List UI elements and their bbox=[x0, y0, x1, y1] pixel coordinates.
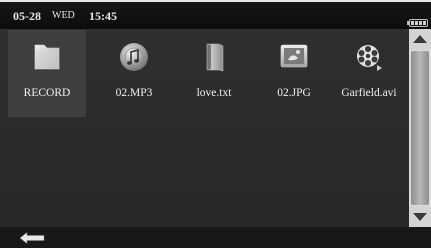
image-file-icon bbox=[280, 44, 308, 68]
arrow-down-icon bbox=[413, 213, 427, 221]
scroll-down-button[interactable] bbox=[409, 206, 431, 227]
scroll-thumb[interactable] bbox=[411, 51, 429, 205]
status-date: 05-28 bbox=[13, 9, 41, 23]
status-bar: 05-28 WED 15:45 bbox=[0, 2, 431, 29]
file-label: Garfield.avi bbox=[341, 87, 397, 99]
file-item-txt[interactable]: love.txt bbox=[175, 30, 253, 117]
device-screen: 05-28 WED 15:45 RECORD 02.MP3 love.txt 0… bbox=[0, 2, 431, 248]
file-label: love.txt bbox=[196, 87, 232, 99]
bottom-bar bbox=[0, 227, 431, 248]
vertical-scrollbar[interactable] bbox=[409, 29, 431, 227]
status-day: WED bbox=[52, 10, 75, 21]
folder-icon bbox=[34, 44, 60, 70]
file-label: 02.JPG bbox=[277, 87, 311, 99]
file-label: RECORD bbox=[23, 87, 71, 99]
file-item-jpg[interactable]: 02.JPG bbox=[255, 30, 333, 117]
file-label: 02.MP3 bbox=[115, 87, 153, 99]
status-time: 15:45 bbox=[89, 9, 117, 23]
file-item-avi[interactable]: Garfield.avi bbox=[330, 30, 408, 117]
file-browser: RECORD 02.MP3 love.txt 02.JPG Garfield.a… bbox=[0, 29, 409, 227]
back-arrow-icon[interactable] bbox=[18, 231, 48, 245]
file-item-record[interactable]: RECORD bbox=[8, 30, 86, 117]
music-file-icon bbox=[120, 43, 148, 71]
file-item-mp3[interactable]: 02.MP3 bbox=[95, 30, 173, 117]
video-file-icon bbox=[357, 45, 382, 71]
text-file-icon bbox=[206, 43, 224, 72]
arrow-up-icon bbox=[413, 35, 427, 43]
battery-icon bbox=[407, 19, 428, 27]
scroll-up-button[interactable] bbox=[409, 29, 431, 50]
